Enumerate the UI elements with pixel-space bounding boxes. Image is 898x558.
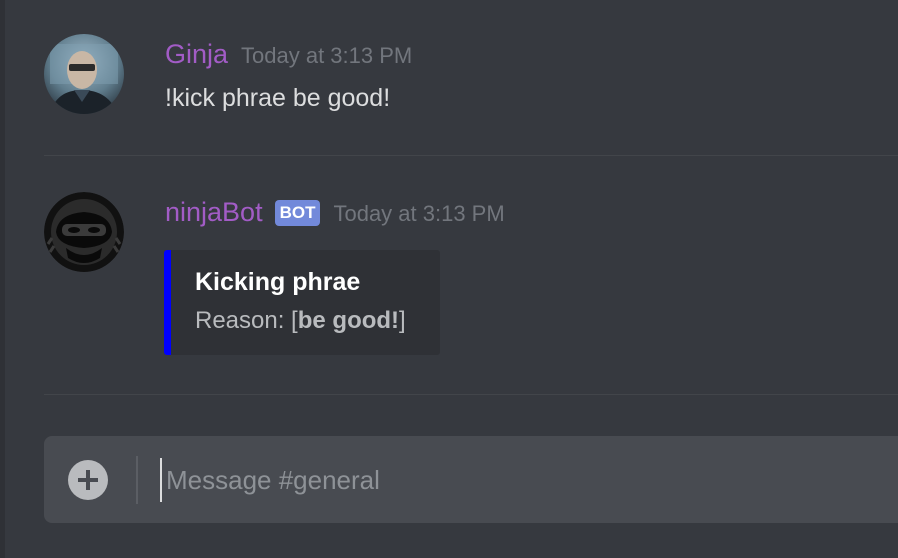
message-header: Ginja Today at 3:13 PM [165,36,412,72]
embed-reason-prefix: Reason: [ [195,307,298,334]
composer-divider [136,456,138,504]
avatar[interactable] [44,34,124,114]
embed-reason-bold: be good! [297,307,400,334]
embed-description: Reason: [be good!] [195,307,406,335]
message-divider [44,394,898,395]
username[interactable]: Ginja [165,36,228,72]
embed: Kicking phrae Reason: [be good!] [164,250,440,355]
embed-title: Kicking phrae [195,268,361,296]
message-content: !kick phrae be good! [165,84,391,112]
timestamp: Today at 3:13 PM [333,201,505,226]
message-input[interactable] [160,458,866,502]
message-header: ninjaBot BOT Today at 3:13 PM [165,194,505,230]
bot-tag: BOT [274,200,321,226]
message-composer [44,436,898,523]
sidebar-edge [0,0,5,558]
user-photo-avatar-icon [44,34,124,114]
username[interactable]: ninjaBot [165,194,263,230]
embed-reason-suffix: ] [399,307,406,334]
timestamp: Today at 3:13 PM [241,43,413,68]
avatar[interactable] [44,192,124,272]
message-divider [44,155,898,156]
ninja-mask-avatar-icon [44,192,124,272]
plus-circle-icon [78,470,98,490]
upload-button[interactable] [68,460,108,500]
